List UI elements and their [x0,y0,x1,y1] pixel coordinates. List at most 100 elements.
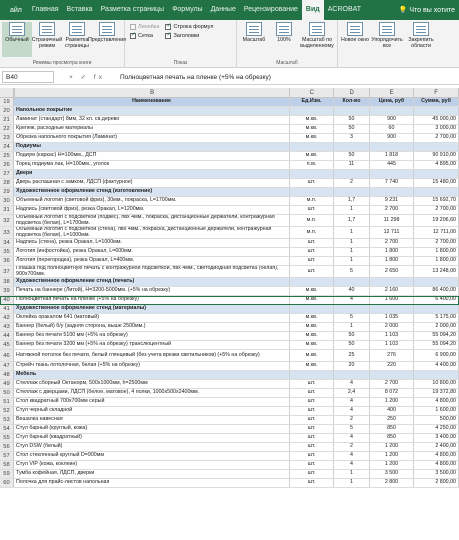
cell-unit[interactable]: м.кв. [290,332,334,340]
cell-unit[interactable]: шт. [290,179,334,187]
cell-price[interactable] [370,278,414,286]
row-number[interactable]: 52 [0,407,14,415]
cell-price[interactable]: 850 [370,434,414,442]
cell-price[interactable]: 1 103 [370,332,414,340]
cell-sum[interactable]: 4 800,00 [414,398,459,406]
custom-views-button[interactable]: Представления [88,22,126,57]
cell-unit[interactable]: шт. [290,257,334,265]
cell-price[interactable]: 3 500 [370,470,414,478]
name-box[interactable]: B40 [2,71,54,83]
cell-price[interactable]: 12 711 [370,227,414,238]
cell-sum[interactable]: 55 094,20 [414,332,459,340]
row-number[interactable]: 53 [0,416,14,424]
cell-qty[interactable] [334,371,370,379]
row-number[interactable]: 45 [0,341,14,349]
cell-sum[interactable]: 4 250,00 [414,425,459,433]
row-number[interactable]: 43 [0,323,14,331]
cell-sum[interactable]: 1 600,00 [414,407,459,415]
cell-name[interactable]: Художественное оформление стенд (материа… [14,305,290,313]
cell-qty[interactable]: 4 [334,434,370,442]
cell-price[interactable] [370,107,414,115]
cell-sum[interactable]: 500,00 [414,416,459,424]
cell-unit[interactable]: шт. [290,443,334,451]
cell-unit[interactable]: шт. [290,425,334,433]
cell-qty[interactable]: 1 [334,257,370,265]
cell-unit[interactable]: шт. [290,248,334,256]
cell-name[interactable]: Крепеж, расходные материалы [14,125,290,133]
cell-sum[interactable]: 45 000,00 [414,116,459,124]
cell-price[interactable]: 1 200 [370,461,414,469]
cell-sum[interactable]: 2 700,00 [414,134,459,142]
cell-name[interactable]: Стул барный (квадратный) [14,434,290,442]
cell-sum[interactable] [414,278,459,286]
tab-3[interactable]: Разметка страницы [97,0,169,20]
cell-unit[interactable]: п.м. [290,161,334,169]
row-number[interactable]: 19 [0,98,14,106]
row-number[interactable]: 37 [0,266,14,277]
cell-price[interactable]: 1 600 [370,296,414,304]
cell-qty[interactable]: 1 [334,323,370,331]
ruler-checkbox[interactable]: Линейка [130,24,159,30]
cell-sum[interactable]: 4 400,00 [414,362,459,370]
row-number[interactable]: 40 [0,296,14,304]
cell-unit[interactable] [290,371,334,379]
cell-name[interactable]: Вешалка навесная [14,416,290,424]
row-number[interactable]: 38 [0,278,14,286]
row-number[interactable]: 49 [0,380,14,388]
cell-unit[interactable]: м.кв. [290,287,334,295]
cell-name[interactable]: Двери [14,170,290,178]
cell-name[interactable]: Ламинат (стандарт) 8мм, 32 кл. св.дерево [14,116,290,124]
cell-sum[interactable]: 90 910,00 [414,152,459,160]
cell-qty[interactable]: 4 [334,461,370,469]
row-number[interactable]: 34 [0,239,14,247]
tab-6[interactable]: Рецензирование [240,0,302,20]
cell-unit[interactable]: шт. [290,389,334,397]
cell-sum[interactable]: 1 800,00 [414,248,459,256]
row-number[interactable]: 50 [0,389,14,397]
formula-buttons[interactable]: × ✓ fx [54,73,120,81]
cell-price[interactable] [370,188,414,196]
cell-qty[interactable]: 1,7 [334,215,370,226]
cell-price[interactable]: 220 [370,362,414,370]
cell-price[interactable]: 1 200 [370,452,414,460]
cell-price[interactable] [370,371,414,379]
cell-name[interactable]: Натяжной потолок без печати, белый глянц… [14,350,290,361]
tab-file[interactable]: айл [4,7,28,14]
cell-name[interactable]: Надпись (стена), резка Оракал, L=1000мм. [14,239,290,247]
select-all-corner[interactable] [0,88,14,97]
cell-name[interactable]: Надпись (световой фриз), резка Оракал, L… [14,206,290,214]
cell-name[interactable]: Оклейка оракалом 641 (матовый) [14,314,290,322]
arrange-all-button[interactable]: Упорядочить все [370,22,404,57]
cell-unit[interactable]: шт. [290,434,334,442]
cell-qty[interactable]: 1 [334,206,370,214]
cell-qty[interactable]: 50 [334,332,370,340]
cell-qty[interactable]: 5 [334,266,370,277]
cell-price[interactable]: 1 103 [370,341,414,349]
zoom-button[interactable]: Масштаб [239,22,269,57]
cell-sum[interactable] [414,305,459,313]
cell-unit[interactable]: м.кв. [290,134,334,142]
row-number[interactable]: 26 [0,161,14,169]
row-number[interactable]: 46 [0,350,14,361]
zoom-100-button[interactable]: 100% [269,22,299,57]
cell-unit[interactable]: м.кв. [290,350,334,361]
cell-sum[interactable] [414,170,459,178]
cell-price[interactable]: 1 035 [370,314,414,322]
cell-qty[interactable]: 1 [334,239,370,247]
cell-sum[interactable]: 86 400,00 [414,287,459,295]
cell-price[interactable]: 1 800 [370,257,414,265]
cell-name[interactable]: Обрезка напольного покрытия (Ламинат) [14,134,290,142]
cell-sum[interactable]: 4 800,00 [414,452,459,460]
cell-qty[interactable]: 2 [334,179,370,187]
cell-sum[interactable]: 4 800,00 [414,461,459,469]
cell-name[interactable]: Наименование [14,98,290,106]
cell-qty[interactable]: 50 [334,341,370,349]
cell-sum[interactable]: 6 900,00 [414,350,459,361]
cell-name[interactable]: Объемный логотип (световой фриз), 30мм.,… [14,197,290,205]
tab-5[interactable]: Данные [207,0,240,20]
cell-price[interactable]: 250 [370,416,414,424]
new-window-button[interactable]: Новое окно [340,22,370,57]
tab-8[interactable]: ACROBAT [324,0,365,20]
cell-unit[interactable]: м.п. [290,197,334,205]
row-number[interactable]: 57 [0,452,14,460]
